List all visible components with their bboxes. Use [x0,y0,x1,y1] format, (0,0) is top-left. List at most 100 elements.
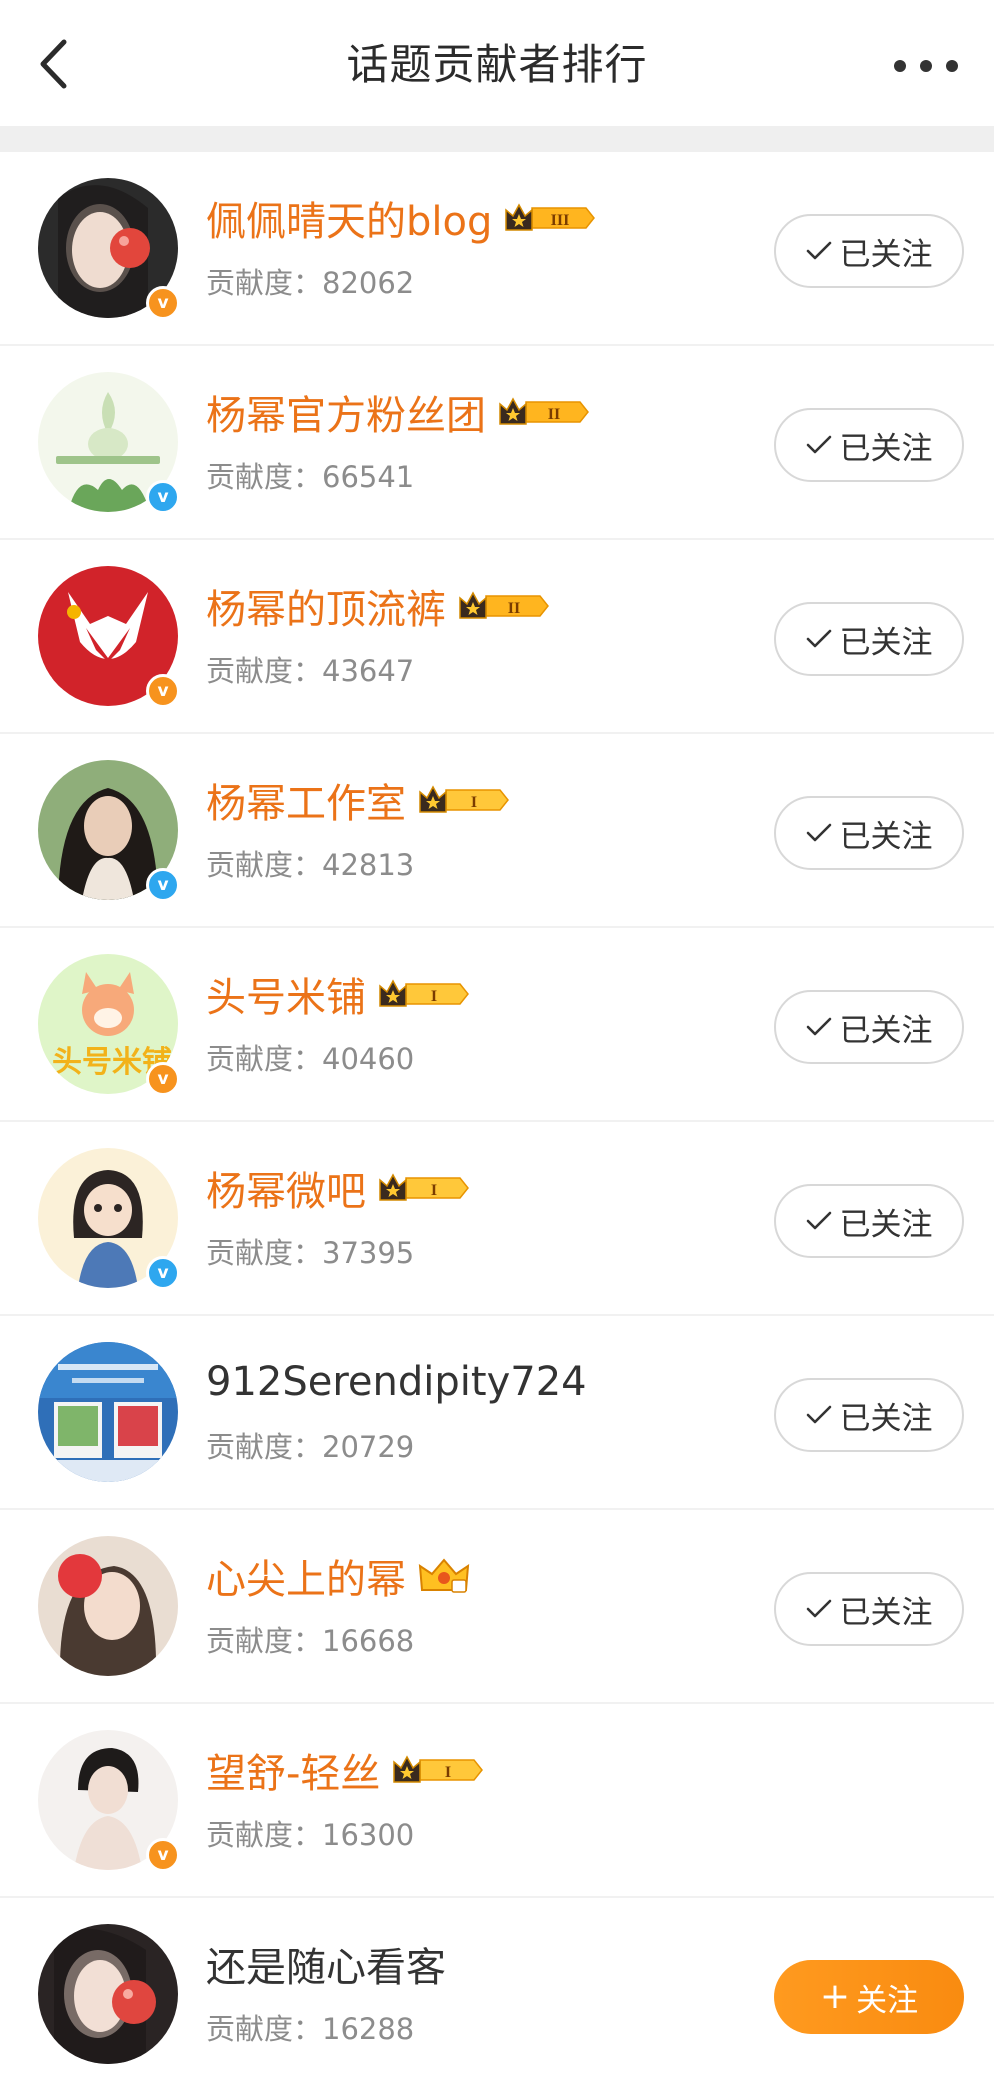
svg-text:II: II [508,600,520,617]
check-icon [806,823,831,842]
plus-icon: + [819,1976,851,2017]
avatar[interactable]: 头号米铺 v [38,954,180,1096]
verified-badge-icon: v [146,674,180,708]
contributor-row[interactable]: 还是随心看客 贡献度：16288 + 关注 [0,1898,994,2092]
check-icon [806,435,831,454]
verified-badge-icon: v [146,1838,180,1872]
check-icon [806,629,831,648]
follow-button-label: 已关注 [839,236,933,273]
more-dot-icon [920,60,932,72]
avatar[interactable]: v [38,1730,180,1872]
following-button[interactable]: 已关注 [774,408,964,482]
more-dot-icon [894,60,906,72]
following-button[interactable]: 已关注 [774,602,964,676]
avatar[interactable]: v [38,760,180,902]
follow-button-label: 已关注 [839,624,933,661]
follow-button-label: 已关注 [839,430,933,467]
svg-text:II: II [548,406,560,423]
username[interactable]: 心尖上的幂 [206,1547,406,1605]
following-button[interactable]: 已关注 [774,990,964,1064]
avatar[interactable]: v [38,178,180,320]
svg-text:I: I [445,1764,451,1781]
more-dot-icon [946,60,958,72]
verified-badge-icon: v [146,286,180,320]
more-options-button[interactable] [894,48,958,84]
contributor-row[interactable]: 912Serendipity724 贡献度：20729 已关注 [0,1316,994,1510]
verified-badge-icon: v [146,480,180,514]
follow-button-label: 已关注 [839,1206,933,1243]
follow-button-label: 已关注 [839,1594,933,1631]
avatar[interactable]: v [38,1148,180,1290]
fan-level-1-icon: I [393,1755,484,1783]
contribution-score: 贡献度：66541 [206,460,415,494]
header-separator [0,126,994,152]
svg-text:I: I [471,794,477,811]
contributor-row[interactable]: 心尖上的幂 贡献度：16668 已关注 [0,1510,994,1704]
following-button[interactable]: 已关注 [774,1572,964,1646]
check-icon [806,1211,831,1230]
app-root: 话题贡献者排行 v 佩佩晴天的blog III 贡献度：82062 已关注 v … [0,0,994,2076]
contribution-score: 贡献度：40460 [206,1042,415,1076]
svg-text:I: I [431,988,437,1005]
contributor-row[interactable]: v 杨幂官方粉丝团 II 贡献度：66541 已关注 [0,346,994,540]
fan-level-2-icon: II [499,397,589,425]
contribution-score: 贡献度：16288 [206,2012,415,2046]
contribution-score: 贡献度：42813 [206,848,415,882]
verified-badge-icon: v [146,868,180,902]
contribution-score: 贡献度：20729 [206,1430,415,1464]
username[interactable]: 杨幂官方粉丝团 [206,383,486,441]
follow-button-label: 已关注 [839,1400,933,1437]
contributor-row[interactable]: v 望舒-轻丝 I 贡献度：16300 [0,1704,994,1898]
name-line: 杨幂微吧 I [206,1160,472,1216]
avatar[interactable] [38,1536,178,1676]
top-bar: 话题贡献者排行 [0,0,994,126]
name-line: 心尖上的幂 [206,1548,472,1604]
contributor-row[interactable]: 头号米铺 v 头号米铺 I 贡献度：40460 已关注 [0,928,994,1122]
contributor-row[interactable]: v 佩佩晴天的blog III 贡献度：82062 已关注 [0,152,994,346]
follow-button-label: 关注 [856,1982,919,2019]
follow-button[interactable]: + 关注 [774,1960,964,2034]
username[interactable]: 佩佩晴天的blog [206,189,492,247]
svg-text:I: I [431,1182,437,1199]
username[interactable]: 912Serendipity724 [206,1359,587,1405]
following-button[interactable]: 已关注 [774,214,964,288]
contributor-list: v 佩佩晴天的blog III 贡献度：82062 已关注 v 杨幂官方粉丝团 … [0,152,994,2092]
contributor-row[interactable]: v 杨幂微吧 I 贡献度：37395 已关注 [0,1122,994,1316]
username[interactable]: 杨幂微吧 [206,1159,366,1217]
avatar[interactable]: v [38,372,180,514]
verified-badge-icon: v [146,1062,180,1096]
fan-level-1-icon: I [379,1173,469,1201]
name-line: 望舒-轻丝 I [206,1742,486,1798]
follow-button-label: 已关注 [839,1012,933,1049]
username[interactable]: 望舒-轻丝 [206,1741,380,1799]
avatar[interactable] [38,1342,178,1482]
crown-level-icon [418,1558,470,1593]
following-button[interactable]: 已关注 [774,796,964,870]
username[interactable]: 头号米铺 [206,965,366,1023]
following-button[interactable]: 已关注 [774,1378,964,1452]
check-icon [806,241,831,260]
username[interactable]: 杨幂工作室 [206,771,406,829]
avatar[interactable]: v [38,566,180,708]
name-line: 杨幂官方粉丝团 II [206,384,592,440]
fan-level-1-icon: I [379,979,469,1007]
name-line: 912Serendipity724 [206,1354,587,1410]
page-title: 话题贡献者排行 [346,40,648,89]
contribution-score: 贡献度：16668 [206,1624,415,1658]
name-line: 还是随心看客 [206,1936,446,1992]
avatar[interactable] [38,1924,178,2064]
check-icon [806,1405,831,1424]
contribution-score: 贡献度：82062 [206,266,415,300]
username[interactable]: 还是随心看客 [206,1935,446,1993]
contribution-score: 贡献度：43647 [206,654,415,688]
contributor-row[interactable]: v 杨幂工作室 I 贡献度：42813 已关注 [0,734,994,928]
username[interactable]: 杨幂的顶流裤 [206,577,446,635]
following-button[interactable]: 已关注 [774,1184,964,1258]
fan-level-1-icon: I [419,785,509,813]
fan-level-2-icon: II [459,591,549,619]
check-icon [806,1599,831,1618]
name-line: 杨幂的顶流裤 II [206,578,552,634]
contributor-row[interactable]: v 杨幂的顶流裤 II 贡献度：43647 已关注 [0,540,994,734]
svg-text:III: III [551,212,570,229]
name-line: 头号米铺 I [206,966,472,1022]
